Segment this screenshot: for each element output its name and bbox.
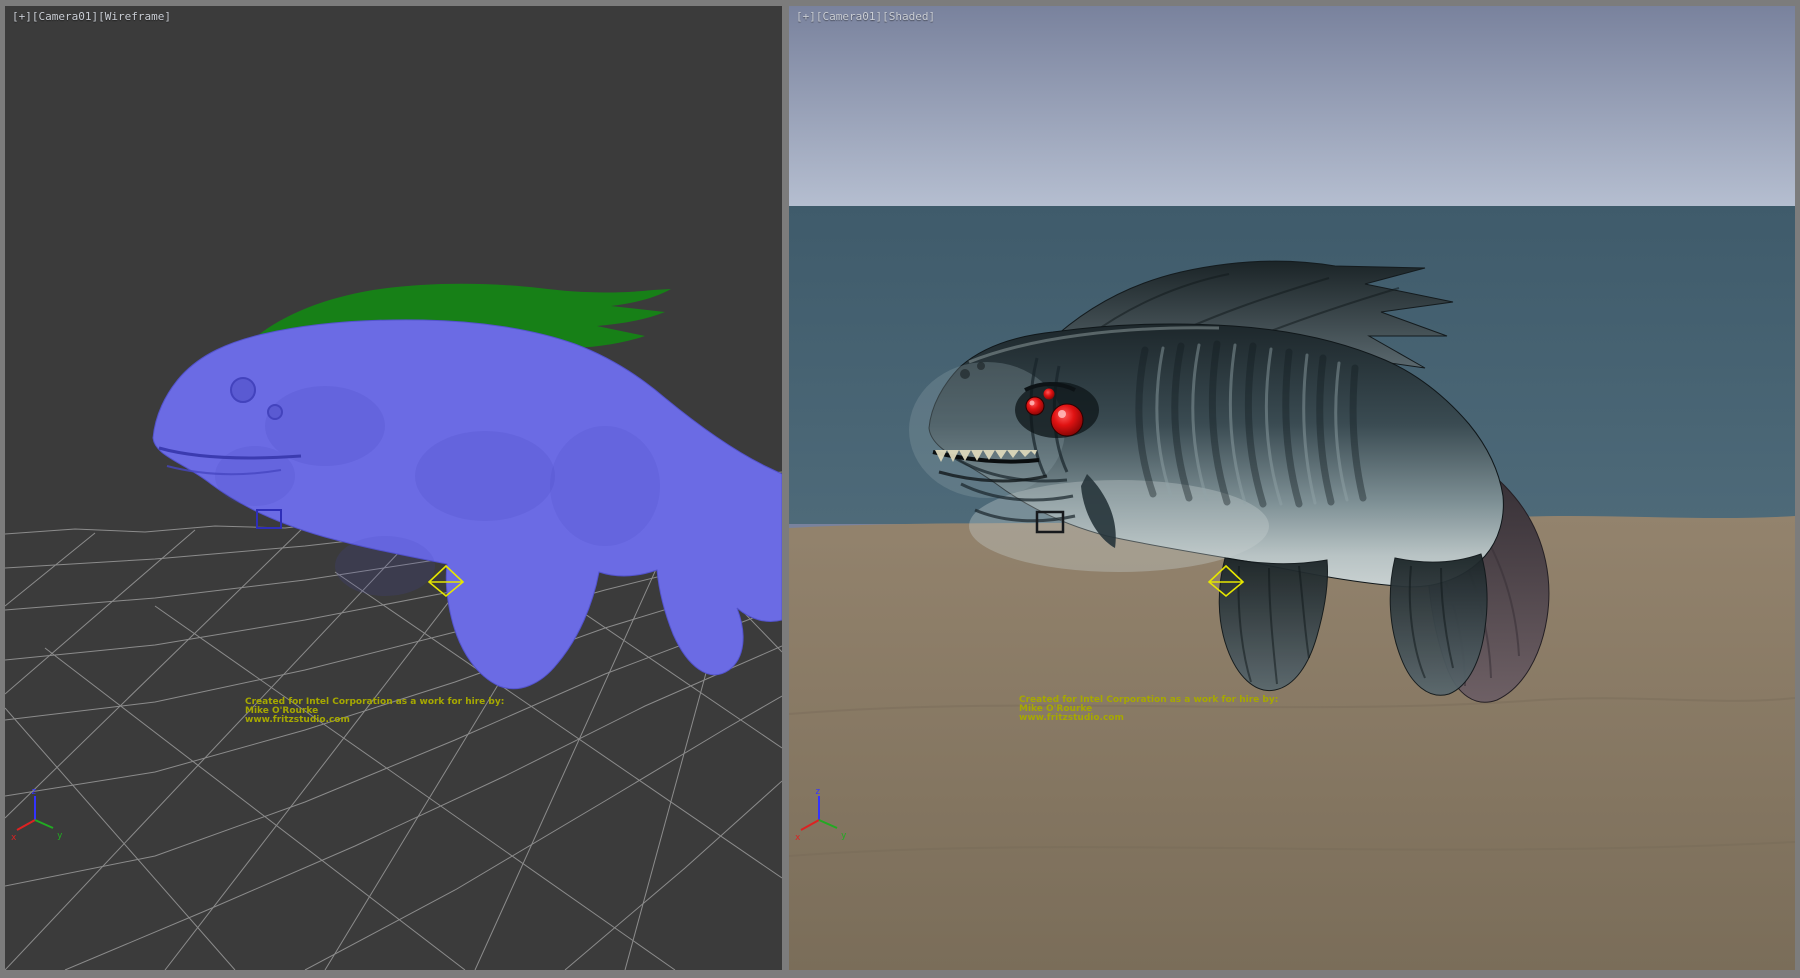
viewport-menu-shading[interactable]: [Wireframe]	[98, 10, 171, 23]
axis-tripod: z x y	[793, 786, 853, 846]
viewport-label: [+][Camera01][Shaded]	[796, 10, 935, 23]
shaded-scene	[789, 6, 1795, 970]
wireframe-scene	[5, 6, 782, 970]
axis-x-label: x	[795, 833, 801, 843]
viewport-menu-general[interactable]: [+]	[12, 10, 32, 23]
watermark-text: Created for Intel Corporation as a work …	[1019, 696, 1278, 723]
viewport-menu-pov[interactable]: [Camera01]	[816, 10, 882, 23]
viewport-menu-pov[interactable]: [Camera01]	[32, 10, 98, 23]
axis-z-label: z	[815, 787, 820, 797]
creature-eye-mid	[1026, 397, 1044, 415]
viewport-wireframe[interactable]: [+][Camera01][Wireframe] Created for Int…	[5, 6, 782, 970]
creature-eye-large	[1051, 404, 1083, 436]
creature-wireframe[interactable]	[153, 320, 782, 689]
creature-eye	[231, 378, 255, 402]
viewport-workspace: [+][Camera01][Wireframe] Created for Int…	[0, 0, 1800, 978]
creature-eye-small	[268, 405, 282, 419]
axis-z-label: z	[31, 787, 36, 797]
axis-y-label: y	[841, 831, 847, 841]
axis-tripod: z x y	[9, 786, 69, 846]
viewport-shaded[interactable]: [+][Camera01][Shaded] Created for Intel …	[789, 6, 1795, 970]
watermark-text: Created for Intel Corporation as a work …	[245, 698, 504, 725]
axis-x-label: x	[11, 833, 17, 843]
sky	[789, 6, 1795, 206]
viewport-label: [+][Camera01][Wireframe]	[12, 10, 171, 23]
viewport-menu-shading[interactable]: [Shaded]	[882, 10, 935, 23]
viewport-menu-general[interactable]: [+]	[796, 10, 816, 23]
axis-y-label: y	[57, 831, 63, 841]
creature-eye-small	[1044, 389, 1055, 400]
